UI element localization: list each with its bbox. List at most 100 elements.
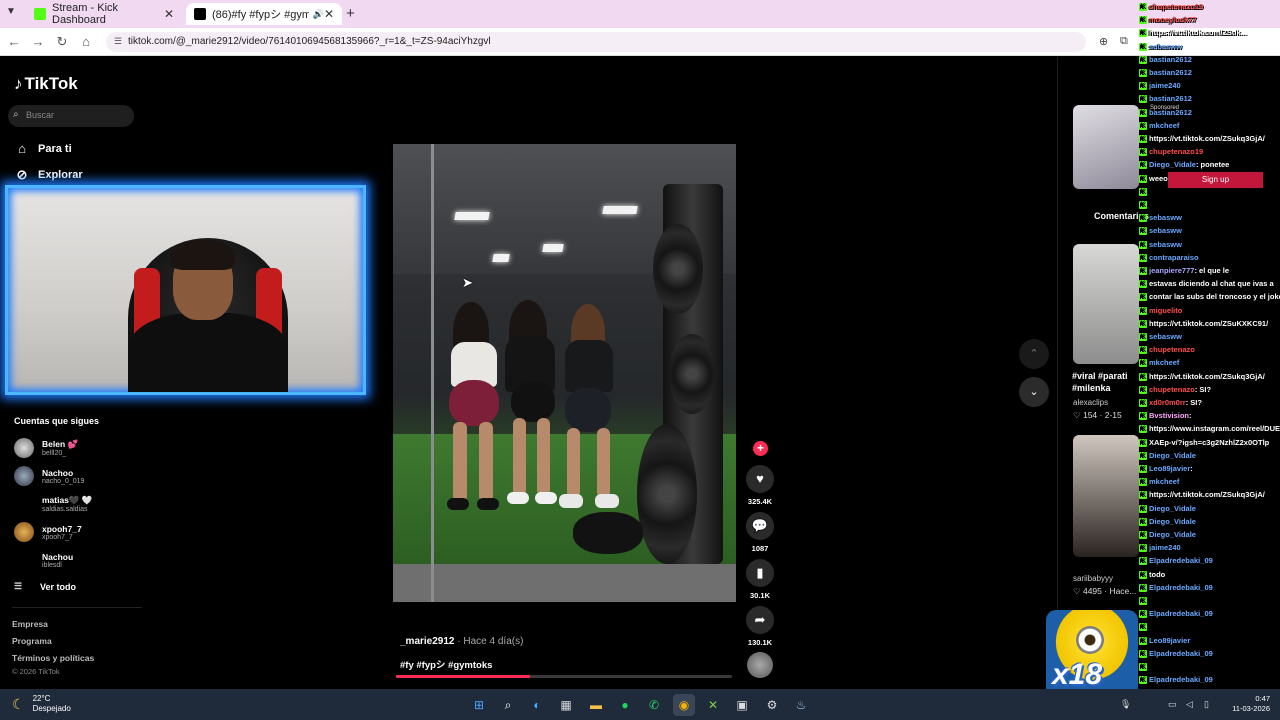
related-video-thumb[interactable]: [1073, 244, 1139, 364]
xbox-icon[interactable]: ✕: [702, 694, 724, 716]
ad-signup-button[interactable]: Sign up: [1168, 172, 1263, 188]
chat-username[interactable]: contraparaiso: [1149, 253, 1199, 262]
related-caption[interactable]: #viral #parati #milenka: [1072, 370, 1136, 394]
whatsapp-icon[interactable]: ✆: [643, 694, 665, 716]
chat-username[interactable]: Leo89javier: [1149, 636, 1190, 645]
chat-username[interactable]: sebasww: [1149, 226, 1182, 235]
video-progress-bar[interactable]: [396, 675, 732, 678]
chat-username[interactable]: sebasww: [1149, 213, 1182, 222]
chat-username[interactable]: Leo89javier: [1149, 464, 1190, 473]
chat-username[interactable]: chupetenazo: [1149, 345, 1195, 354]
back-icon[interactable]: ←: [6, 34, 22, 49]
settings-icon[interactable]: ⚙: [761, 694, 783, 716]
chat-username[interactable]: chupetenazo: [1149, 385, 1195, 394]
battery-icon[interactable]: ▯: [1204, 699, 1209, 710]
zoom-icon[interactable]: ⊕: [1099, 35, 1108, 48]
chat-username[interactable]: Diego_Vidale: [1149, 451, 1196, 460]
related-user[interactable]: alexaclips: [1073, 398, 1108, 407]
see-all-button[interactable]: ☰ Ver todo: [14, 581, 76, 592]
share-button[interactable]: ➦ 130.1K: [744, 606, 776, 647]
followed-account[interactable]: Nachou iblesdl: [14, 550, 73, 570]
network-icon[interactable]: ▭: [1168, 699, 1177, 710]
chat-username[interactable]: Diego_Vidale: [1149, 504, 1196, 513]
related-user[interactable]: sariibabyyy: [1073, 574, 1113, 583]
folder-icon[interactable]: ▬: [585, 694, 607, 716]
chat-username[interactable]: Elpadredebaki_09: [1149, 556, 1213, 565]
footer-link[interactable]: Programa: [12, 636, 52, 646]
chat-username[interactable]: bastian2612: [1149, 94, 1192, 103]
chat-username[interactable]: miguelito: [1149, 306, 1182, 315]
chat-username[interactable]: sebasww: [1149, 42, 1182, 51]
comment-button[interactable]: 💬 1087: [744, 512, 776, 553]
close-tab-icon[interactable]: ✕: [164, 7, 174, 21]
footer-link[interactable]: Empresa: [12, 619, 48, 629]
spotify-icon[interactable]: ●: [614, 694, 636, 716]
tab-search-icon[interactable]: ▼: [6, 6, 16, 17]
close-tab-icon[interactable]: ✕: [324, 7, 334, 21]
edge-icon[interactable]: ◐: [526, 694, 548, 716]
chat-username[interactable]: Elpadredebaki_09: [1149, 583, 1213, 592]
chat-username[interactable]: bastian2612: [1149, 68, 1192, 77]
new-tab-button[interactable]: +: [346, 5, 355, 22]
chat-username[interactable]: Elpadredebaki_09: [1149, 609, 1213, 618]
start-icon[interactable]: ⊞: [468, 694, 490, 716]
related-video-thumb[interactable]: [1073, 435, 1139, 557]
extension-icon[interactable]: ⧉: [1120, 35, 1128, 48]
chat-username[interactable]: sebasww: [1149, 240, 1182, 249]
chat-username[interactable]: Diego_Vidale: [1149, 517, 1196, 526]
video-hashtags[interactable]: #fy #fypシ #gymtoks: [400, 657, 492, 671]
steam-icon[interactable]: ♨: [790, 694, 812, 716]
forward-icon[interactable]: →: [30, 34, 46, 49]
search-icon[interactable]: ⌕: [497, 694, 519, 716]
speaker-icon[interactable]: 🔊: [313, 9, 324, 20]
chat-username[interactable]: bastian2612: [1149, 55, 1192, 64]
chat-username[interactable]: mkcheef: [1149, 477, 1179, 486]
related-video-thumb[interactable]: [1073, 105, 1139, 189]
site-info-icon[interactable]: ☰: [114, 36, 122, 47]
nav-para-ti[interactable]: ⌂ Para ti: [14, 141, 72, 156]
chat-username[interactable]: mooeyluck77: [1149, 15, 1197, 24]
reload-icon[interactable]: ↻: [54, 34, 70, 50]
chat-username[interactable]: jeanpiere777: [1149, 266, 1194, 275]
chat-username[interactable]: xd0r0m0rr: [1149, 398, 1186, 407]
chat-username[interactable]: sebasww: [1149, 332, 1182, 341]
home-icon[interactable]: ⌂: [78, 34, 94, 49]
volume-icon[interactable]: ◁: [1186, 699, 1193, 710]
store-icon[interactable]: ▦: [555, 694, 577, 716]
address-bar[interactable]: ☰ tiktok.com/@_marie2912/video/761401069…: [106, 32, 1086, 52]
video-author[interactable]: _marie2912 · Hace 4 día(s): [400, 636, 523, 647]
chat-username[interactable]: Diego_Vidale: [1149, 160, 1196, 169]
system-clock[interactable]: 0:47 11-03-2026: [1222, 694, 1270, 714]
video-player[interactable]: [393, 144, 736, 602]
chat-username[interactable]: mkcheef: [1149, 358, 1179, 367]
tab-kick-dashboard[interactable]: Stream - Kick Dashboard ✕: [26, 2, 182, 26]
tiktok-logo[interactable]: ♪ TikTok: [14, 74, 78, 94]
chat-username[interactable]: mkcheef: [1149, 121, 1179, 130]
footer-link[interactable]: Términos y políticas: [12, 653, 94, 663]
mic-icon[interactable]: 🎙: [1120, 699, 1131, 710]
chat-username[interactable]: Elpadredebaki_09: [1149, 675, 1213, 684]
weather-widget[interactable]: ☾ 22°C Despejado: [12, 694, 71, 714]
followed-account[interactable]: matias🖤 🤍 saldias.saldias: [14, 494, 92, 514]
sound-avatar[interactable]: [747, 652, 773, 678]
chat-username[interactable]: Bvstivision: [1149, 411, 1189, 420]
chat-username[interactable]: jaime240: [1149, 81, 1181, 90]
next-video-button[interactable]: ⌄: [1019, 377, 1049, 407]
nav-explorar[interactable]: ⊘ Explorar: [14, 167, 83, 183]
save-button[interactable]: ▮ 30.1K: [744, 559, 776, 600]
previous-video-button[interactable]: ⌃: [1019, 339, 1049, 369]
follow-plus-icon[interactable]: +: [753, 441, 768, 456]
followed-account[interactable]: xpooh7_7 xpooh7_7: [14, 522, 82, 542]
chat-username[interactable]: Elpadredebaki_09: [1149, 649, 1213, 658]
followed-account[interactable]: Nachoo nacho_0_019: [14, 466, 84, 486]
chat-username[interactable]: chupetenazo19: [1149, 147, 1203, 156]
search-input[interactable]: ⌕ Buscar: [8, 105, 134, 127]
chat-username[interactable]: Diego_Vidale: [1149, 530, 1196, 539]
app-icon[interactable]: ▣: [731, 694, 753, 716]
like-button[interactable]: ♥ 325.4K: [744, 465, 776, 506]
followed-account[interactable]: Belen 💕 belll20_: [14, 438, 78, 458]
chat-username[interactable]: chupetenazo19: [1149, 2, 1203, 11]
tab-tiktok[interactable]: (86)#fy #fypシ #gymtoks | ... 🔊 ✕: [186, 3, 342, 25]
chrome-icon[interactable]: ◉: [673, 694, 695, 716]
chat-username[interactable]: jaime240: [1149, 543, 1181, 552]
